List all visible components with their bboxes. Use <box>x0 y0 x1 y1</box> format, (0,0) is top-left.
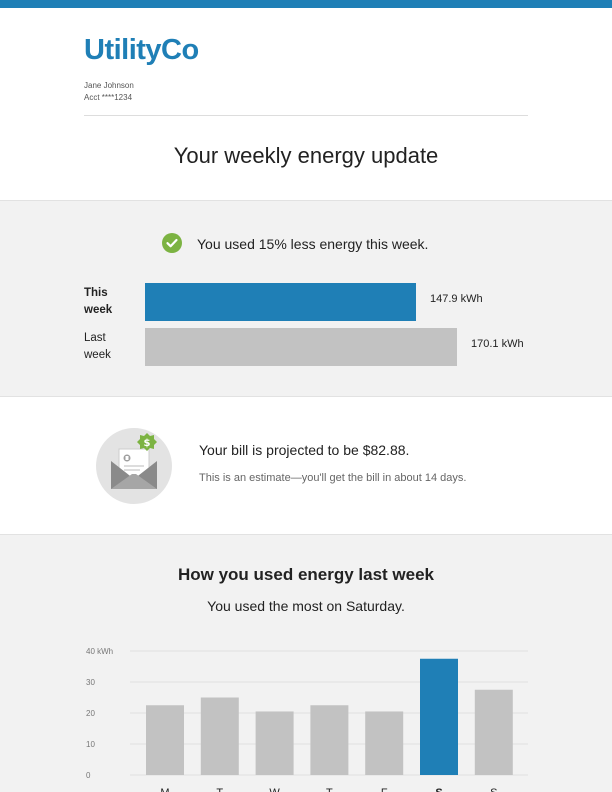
bill-projection-title: Your bill is projected to be $82.88. <box>199 442 410 458</box>
usage-bar-1 <box>200 697 239 775</box>
top-accent-bar <box>0 0 612 8</box>
daily-usage-chart: 40 kWh 30 20 10 0 M T W T F S S <box>86 647 528 792</box>
this-week-value: 147.9 kWh <box>430 293 483 305</box>
y-tick-label: 20 <box>86 709 95 718</box>
account-number: Acct ****1234 <box>84 93 133 102</box>
brand-logo[interactable]: UtilityCo <box>84 34 199 67</box>
bill-estimate-note: This is an estimate—you'll get the bill … <box>199 472 467 484</box>
usage-bar-3 <box>310 705 349 775</box>
bill-envelope-icon: $ <box>96 428 172 504</box>
usage-bar-2 <box>255 711 294 775</box>
x-tick-label: T <box>216 787 223 792</box>
check-circle-icon <box>162 233 182 253</box>
bill-projection-section: $ Your bill is projected to be $82.88. T… <box>0 397 612 534</box>
x-tick-label: M <box>160 787 169 792</box>
this-week-bar <box>145 283 416 321</box>
usage-bar-0 <box>146 705 184 775</box>
comparison-message: You used 15% less energy this week. <box>197 236 429 252</box>
usage-bar-4 <box>365 711 404 775</box>
last-week-bar <box>145 328 457 366</box>
email-header: UtilityCo Jane Johnson Acct ****1234 You… <box>0 8 612 200</box>
usage-bar-6 <box>474 689 513 775</box>
daily-usage-section: How you used energy last week You used t… <box>0 534 612 792</box>
weekly-comparison-section: You used 15% less energy this week. This… <box>0 200 612 397</box>
last-week-label: Last week <box>84 332 111 361</box>
page-title: Your weekly energy update <box>173 143 439 168</box>
usage-bar-5 <box>420 658 458 775</box>
x-tick-label: S <box>435 787 442 792</box>
y-tick-label: 10 <box>86 740 95 749</box>
header-divider <box>84 115 528 116</box>
y-tick-label: 0 <box>86 771 91 780</box>
x-tick-label: W <box>269 787 280 792</box>
this-week-label: This week <box>84 287 113 316</box>
x-tick-label: F <box>381 787 388 792</box>
x-tick-label: S <box>490 787 497 792</box>
svg-text:$: $ <box>144 438 151 449</box>
x-tick-label: T <box>326 787 333 792</box>
last-week-value: 170.1 kWh <box>471 338 524 350</box>
account-name: Jane Johnson <box>84 81 134 90</box>
y-tick-label: 30 <box>86 678 95 687</box>
y-tick-label: 40 kWh <box>86 647 113 656</box>
